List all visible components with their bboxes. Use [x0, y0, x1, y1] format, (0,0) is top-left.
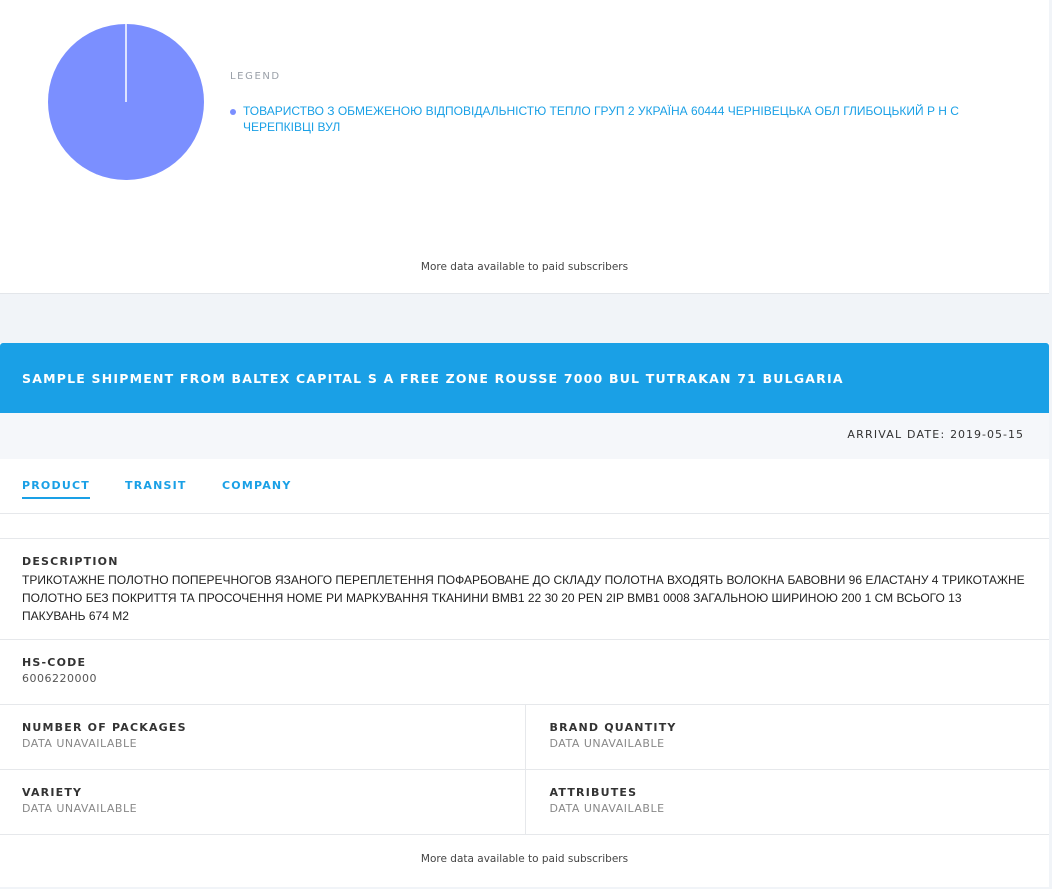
arrival-date-label: ARRIVAL DATE: — [847, 428, 946, 441]
variety-label: VARIETY — [22, 786, 83, 799]
variety-cell: VARIETY DATA UNAVAILABLE — [0, 770, 525, 834]
legend-dot-icon — [230, 109, 236, 115]
hs-code-label: HS-CODE — [22, 656, 87, 669]
paid-subscribers-note: More data available to paid subscribers — [420, 261, 629, 273]
packages-label: NUMBER OF PACKAGES — [22, 721, 187, 734]
variety-value: DATA UNAVAILABLE — [22, 802, 138, 815]
arrival-bar: ARRIVAL DATE: 2019-05-15 — [0, 413, 1049, 459]
attributes-label: ATTRIBUTES — [549, 786, 638, 799]
packages-brand-row: NUMBER OF PACKAGES DATA UNAVAILABLE BRAN… — [0, 705, 1049, 770]
legend-item[interactable]: ТОВАРИСТВО З ОБМЕЖЕНОЮ ВІДПОВІДАЛЬНІСТЮ … — [230, 103, 990, 135]
tab-transit[interactable]: TRANSIT — [125, 479, 187, 492]
hs-code-value: 6006220000 — [22, 672, 97, 685]
pie-chart — [48, 24, 204, 180]
paid-subscribers-note-bottom: More data available to paid subscribers — [420, 853, 629, 865]
attributes-cell: ATTRIBUTES DATA UNAVAILABLE — [524, 770, 1050, 834]
brand-quantity-label: BRAND QUANTITY — [549, 721, 677, 734]
brand-quantity-value: DATA UNAVAILABLE — [549, 737, 665, 750]
shipment-title: SAMPLE SHIPMENT FROM BALTEX CAPITAL S A … — [22, 370, 844, 386]
packages-cell: NUMBER OF PACKAGES DATA UNAVAILABLE — [0, 705, 525, 769]
legend-item-label: ТОВАРИСТВО З ОБМЕЖЕНОЮ ВІДПОВІДАЛЬНІСТЮ … — [243, 104, 959, 134]
tab-company[interactable]: COMPANY — [222, 479, 292, 492]
tab-bar: PRODUCT TRANSIT COMPANY — [0, 459, 1049, 514]
arrival-date-value: 2019-05-15 — [950, 428, 1024, 441]
attributes-value: DATA UNAVAILABLE — [549, 802, 665, 815]
variety-attributes-row: VARIETY DATA UNAVAILABLE ATTRIBUTES DATA… — [0, 770, 1049, 835]
chart-card: LEGEND ТОВАРИСТВО З ОБМЕЖЕНОЮ ВІДПОВІДАЛ… — [0, 0, 1049, 294]
description-label: DESCRIPTION — [22, 555, 119, 568]
shipment-header: SAMPLE SHIPMENT FROM BALTEX CAPITAL S A … — [0, 343, 1049, 413]
tab-spacer — [0, 514, 1049, 539]
legend-title: LEGEND — [230, 71, 281, 82]
description-section: DESCRIPTION ТРИКОТАЖНЕ ПОЛОТНО ПОПЕРЕЧНО… — [0, 539, 1049, 640]
packages-value: DATA UNAVAILABLE — [22, 737, 138, 750]
description-value: ТРИКОТАЖНЕ ПОЛОТНО ПОПЕРЕЧНОГОВ ЯЗАНОГО … — [22, 573, 1025, 623]
tab-product[interactable]: PRODUCT — [22, 479, 90, 499]
brand-cell: BRAND QUANTITY DATA UNAVAILABLE — [524, 705, 1050, 769]
hs-code-section: HS-CODE 6006220000 — [0, 640, 1049, 705]
shipment-card: SAMPLE SHIPMENT FROM BALTEX CAPITAL S A … — [0, 343, 1049, 887]
